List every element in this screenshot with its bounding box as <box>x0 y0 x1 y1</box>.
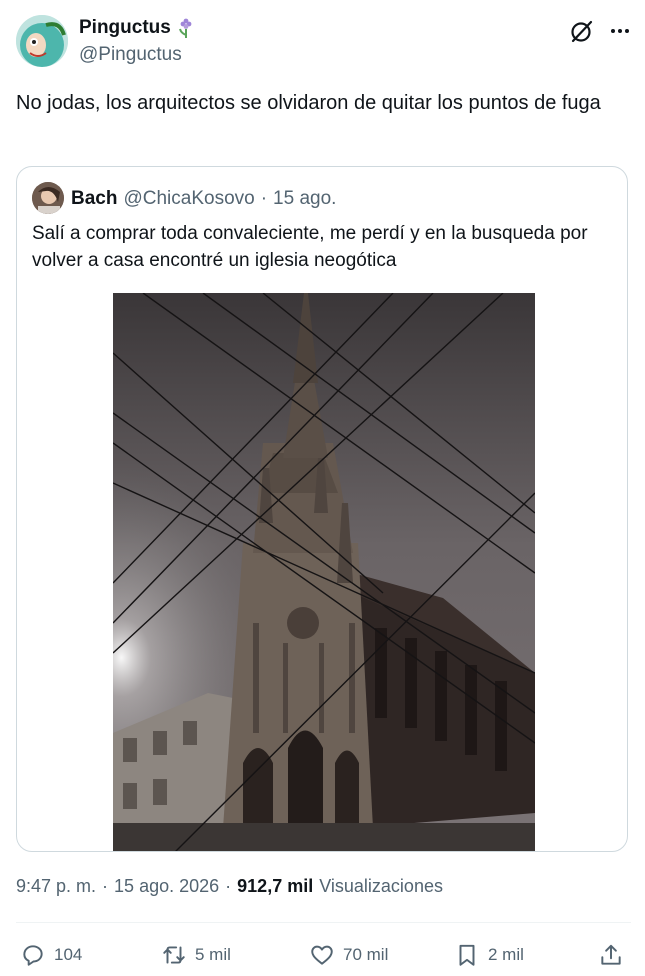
quoted-tweet-card[interactable]: Bach @ChicaKosovo · 15 ago. Salí a compr… <box>16 166 628 852</box>
tweet-meta: 9:47 p. m. · 15 ago. 2026 · 912,7 mil Vi… <box>16 876 443 897</box>
tweet-time[interactable]: 9:47 p. m. <box>16 876 96 897</box>
separator: · <box>260 188 268 209</box>
quoted-tweet-text: Salí a comprar toda convaleciente, me pe… <box>32 223 588 271</box>
retweet-icon <box>163 946 185 964</box>
quoted-author-name[interactable]: Bach <box>71 188 117 210</box>
share-icon <box>601 944 621 965</box>
author-handle[interactable]: @Pinguctus <box>79 44 182 66</box>
bookmark-count: 2 mil <box>488 945 524 964</box>
separator: · <box>225 876 232 896</box>
quoted-author-avatar[interactable] <box>32 182 64 214</box>
views-count: 912,7 mil <box>237 876 314 896</box>
quoted-author-handle[interactable]: @ChicaKosovo <box>123 188 254 210</box>
tweet-date[interactable]: 15 ago. 2026 <box>114 876 219 897</box>
hyacinth-flower-icon <box>178 18 192 38</box>
like-button[interactable]: 70 mil <box>309 937 388 973</box>
tweet-text: No jodas, los arquitectos se olvidaron d… <box>16 92 601 114</box>
divider <box>16 922 631 923</box>
grok-icon[interactable] <box>569 18 595 44</box>
author-avatar[interactable] <box>16 15 68 67</box>
heart-icon <box>311 945 333 965</box>
quoted-tweet-date[interactable]: 15 ago. <box>273 188 336 210</box>
more-options-icon[interactable] <box>608 19 632 43</box>
retweet-count: 5 mil <box>195 945 231 964</box>
author-name[interactable]: Pinguctus <box>79 17 195 39</box>
like-count: 70 mil <box>343 945 389 964</box>
retweet-button[interactable]: 5 mil <box>161 937 231 973</box>
separator: · <box>102 876 109 896</box>
bookmark-button[interactable]: 2 mil <box>454 937 524 973</box>
share-button[interactable] <box>598 937 624 973</box>
reply-button[interactable]: 104 <box>20 937 82 973</box>
reply-icon <box>23 945 43 966</box>
tweet-actions: 104 5 mil 70 mil 2 mil <box>16 937 631 973</box>
bookmark-icon <box>459 944 475 966</box>
church-photo[interactable] <box>112 288 536 851</box>
reply-count: 104 <box>54 945 83 964</box>
views-label: Visualizaciones <box>319 876 443 896</box>
quoted-tweet-header: Bach @ChicaKosovo · 15 ago. <box>71 188 336 210</box>
